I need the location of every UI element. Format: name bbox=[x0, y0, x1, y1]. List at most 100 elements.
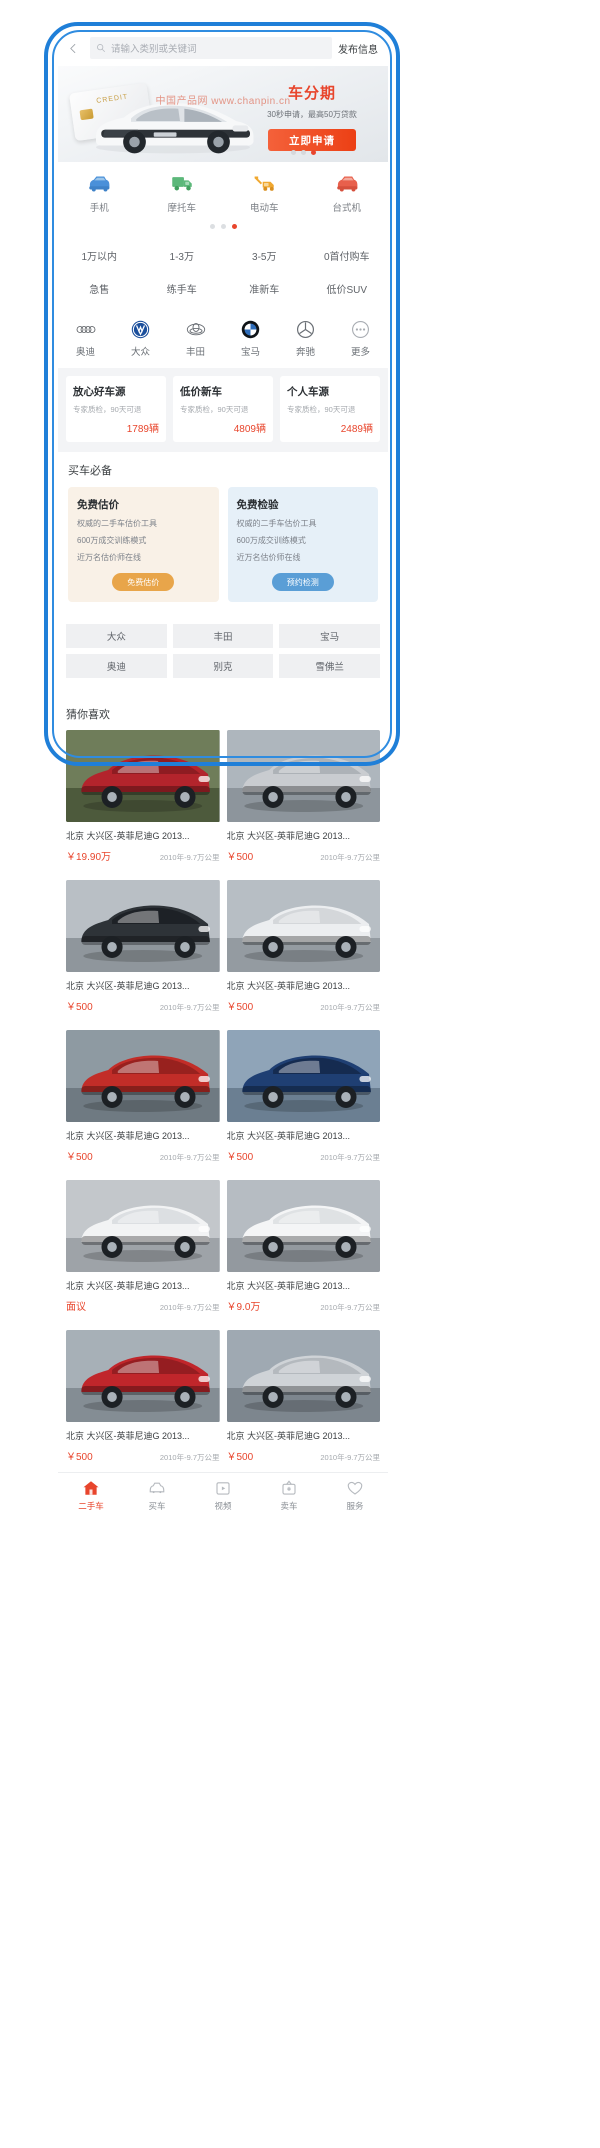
tab-sell-car[interactable]: 卖车 bbox=[256, 1479, 322, 1512]
free-valuation-button[interactable]: 免费估价 bbox=[112, 573, 175, 591]
listing-card[interactable]: 北京 大兴区-英菲尼迪G 2013... ￥9.0万 2010年-9.7万公里 bbox=[226, 1180, 381, 1322]
service-card-title: 免费估价 bbox=[77, 499, 119, 511]
category-item-phone[interactable]: 手机 bbox=[58, 172, 141, 214]
listing-thumbnail[interactable] bbox=[66, 1180, 220, 1272]
service-card-free-inspection[interactable]: 免费检验 权威的二手车估价工具 600万成交训练模式 近万名估价师在线 预约检测 bbox=[227, 487, 378, 602]
book-inspection-button[interactable]: 预约检测 bbox=[271, 573, 334, 591]
listing-details: 2010年-9.7万公里 bbox=[320, 1153, 380, 1162]
listing-price: ￥500 bbox=[66, 1002, 93, 1013]
listing-card[interactable]: 北京 大兴区-英菲尼迪G 2013... 面议 2010年-9.7万公里 bbox=[66, 1180, 220, 1322]
filter-row: 1万以内 1-3万 3-5万 0首付购车 bbox=[58, 239, 388, 272]
promo-banner[interactable]: CREDIT 车分期 30秒申请，最高50万贷款 立即申请 bbox=[58, 66, 388, 162]
recommendations-section: 猜你喜欢 北京 大兴区-英菲尼迪G 2013... ￥19.90万 2010年-9.… bbox=[58, 96, 388, 1472]
brand-item-mercedes[interactable]: 奔驰 bbox=[278, 319, 333, 358]
brand-item-volkswagen[interactable]: 大众 bbox=[113, 319, 168, 358]
listing-card[interactable]: 北京 大兴区-英菲尼迪G 2013... ￥500 2010年-9.7万公里 bbox=[66, 880, 220, 1022]
listing-details: 2010年-9.7万公里 bbox=[159, 1003, 220, 1012]
listing-thumbnail[interactable] bbox=[226, 730, 380, 822]
filter-urgent[interactable]: 急售 bbox=[58, 272, 141, 305]
filter-3-5w[interactable]: 3-5万 bbox=[223, 239, 306, 272]
car-icon bbox=[149, 1482, 165, 1494]
listing-meta-row: ￥9.0万 2010年-9.7万公里 bbox=[227, 1298, 381, 1322]
category-pagination-dots[interactable] bbox=[58, 224, 388, 229]
listing-card[interactable]: 北京 大兴区-英菲尼迪G 2013... ￥500 2010年-9.7万公里 bbox=[226, 1030, 380, 1172]
tab-video[interactable]: 视频 bbox=[190, 1479, 256, 1512]
filter-zero-down[interactable]: 0首付购车 bbox=[306, 239, 389, 272]
filter-under-1w[interactable]: 1万以内 bbox=[58, 239, 141, 272]
brand-item-toyota[interactable]: 丰田 bbox=[168, 319, 223, 358]
listing-thumbnail[interactable] bbox=[66, 730, 220, 822]
category-dot[interactable] bbox=[220, 224, 226, 229]
tab-buy-car[interactable]: 买车 bbox=[124, 1479, 190, 1512]
brand-item-more[interactable]: 更多 bbox=[333, 319, 388, 358]
filter-cheap-suv[interactable]: 低价SUV bbox=[306, 272, 389, 305]
service-card-line: 权威的二手车估价工具 bbox=[77, 519, 157, 528]
banner-car-graphic bbox=[96, 103, 254, 154]
listing-meta-row: ￥19.90万 2010年-9.7万公里 bbox=[66, 848, 220, 872]
filter-practice[interactable]: 练手车 bbox=[141, 272, 224, 305]
listing-meta-row: ￥500 2010年-9.7万公里 bbox=[227, 1448, 381, 1472]
search-input[interactable]: 请输入类别或关键词 bbox=[90, 37, 332, 59]
banner-title: 车分期 bbox=[287, 85, 336, 102]
brand-label: 宝马 bbox=[240, 347, 260, 358]
service-card-line: 近万名估价师在线 bbox=[236, 553, 301, 562]
listing-title: 北京 大兴区-英菲尼迪G 2013... bbox=[226, 1281, 351, 1291]
money-icon bbox=[282, 1480, 296, 1495]
listing-thumbnail[interactable] bbox=[66, 1330, 220, 1422]
listing-meta-row: ￥500 2010年-9.7万公里 bbox=[227, 998, 381, 1022]
service-card-free-valuation[interactable]: 免费估价 权威的二手车估价工具 600万成交训练模式 近万名估价师在线 免费估价 bbox=[68, 487, 219, 602]
promo-card-personal[interactable]: 个人车源 专家质检，90天可退 2489辆 bbox=[280, 376, 380, 442]
listing-card[interactable]: 北京 大兴区-英菲尼迪G 2013... ￥500 2010年-9.7万公里 bbox=[66, 1030, 220, 1172]
category-dot[interactable] bbox=[209, 224, 215, 229]
tag-audi[interactable]: 奥迪 bbox=[66, 654, 167, 678]
tag-bmw[interactable]: 宝马 bbox=[279, 624, 381, 648]
banner-dot-active[interactable] bbox=[311, 150, 316, 155]
listing-price: 面议 bbox=[66, 1302, 86, 1313]
promo-card-lowprice[interactable]: 低价新车 专家质检，90天可退 4809辆 bbox=[173, 376, 273, 442]
price-filter-grid: 1万以内 1-3万 3-5万 0首付购车 急售 练手车 准新车 低价SUV bbox=[58, 235, 388, 315]
listing-thumbnail[interactable] bbox=[226, 1030, 380, 1122]
listing-thumbnail[interactable] bbox=[226, 880, 380, 972]
promo-card-reliable[interactable]: 放心好车源 专家质检，90天可退 1789辆 bbox=[66, 376, 166, 442]
category-item-motorcycle[interactable]: 摩托车 bbox=[141, 172, 224, 214]
brand-item-audi[interactable]: 奥迪 bbox=[58, 319, 113, 358]
brand-item-bmw[interactable]: 宝马 bbox=[223, 319, 278, 358]
tag-toyota[interactable]: 丰田 bbox=[172, 624, 274, 648]
category-item-desktop[interactable]: 台式机 bbox=[306, 172, 389, 214]
tab-used-cars[interactable]: 二手车 bbox=[58, 1479, 124, 1512]
listing-thumbnail[interactable] bbox=[226, 1180, 380, 1272]
category-dot-active[interactable] bbox=[231, 224, 237, 229]
listing-title: 北京 大兴区-英菲尼迪G 2013... bbox=[226, 831, 351, 841]
listing-card[interactable]: 北京 大兴区-英菲尼迪G 2013... ￥500 2010年-9.7万公里 bbox=[66, 1330, 220, 1472]
category-item-ev[interactable]: 电动车 bbox=[223, 172, 306, 214]
listing-thumbnail[interactable] bbox=[66, 880, 220, 972]
promo-subtitle: 专家质检，90天可退 bbox=[287, 405, 356, 414]
brand-label: 奥迪 bbox=[75, 347, 95, 358]
banner-dot[interactable] bbox=[291, 150, 296, 155]
listing-card[interactable]: 北京 大兴区-英菲尼迪G 2013... ￥500 2010年-9.7万公里 bbox=[226, 730, 380, 872]
apply-now-button[interactable]: 立即申请 bbox=[268, 129, 356, 151]
filter-near-new[interactable]: 准新车 bbox=[223, 272, 306, 305]
listing-meta-row: ￥500 2010年-9.7万公里 bbox=[66, 1448, 220, 1472]
tab-service[interactable]: 服务 bbox=[322, 1479, 388, 1512]
banner-pagination-dots[interactable] bbox=[291, 150, 316, 155]
listing-card[interactable]: 北京 大兴区-英菲尼迪G 2013... ￥500 2010年-9.7万公里 bbox=[226, 1330, 381, 1472]
banner-dot[interactable] bbox=[301, 150, 306, 155]
tag-volkswagen[interactable]: 大众 bbox=[66, 624, 167, 648]
tag-buick[interactable]: 别克 bbox=[172, 654, 274, 678]
tag-chevrolet[interactable]: 雪佛兰 bbox=[279, 654, 381, 678]
promo-card-row: 放心好车源 专家质检，90天可退 1789辆 低价新车 专家质检，90天可退 4… bbox=[58, 368, 388, 452]
listing-card[interactable]: 北京 大兴区-英菲尼迪G 2013... ￥19.90万 2010年-9.7万公里 bbox=[66, 730, 220, 872]
chevron-left-icon bbox=[69, 43, 75, 53]
back-button[interactable] bbox=[62, 33, 84, 63]
listing-price: ￥500 bbox=[226, 1452, 254, 1463]
listing-thumbnail[interactable] bbox=[226, 1330, 380, 1422]
publish-button[interactable]: 发布信息 bbox=[338, 41, 380, 56]
filter-1-3w[interactable]: 1-3万 bbox=[141, 239, 224, 272]
listing-title: 北京 大兴区-英菲尼迪G 2013... bbox=[66, 831, 190, 841]
service-card-line: 600万成交训练模式 bbox=[77, 536, 147, 545]
listing-thumbnail[interactable] bbox=[66, 1030, 220, 1122]
tab-label: 买车 bbox=[148, 1501, 166, 1511]
listing-card[interactable]: 北京 大兴区-英菲尼迪G 2013... ￥500 2010年-9.7万公里 bbox=[226, 880, 381, 1022]
section-title-musthave: 买车必备 bbox=[68, 465, 112, 477]
